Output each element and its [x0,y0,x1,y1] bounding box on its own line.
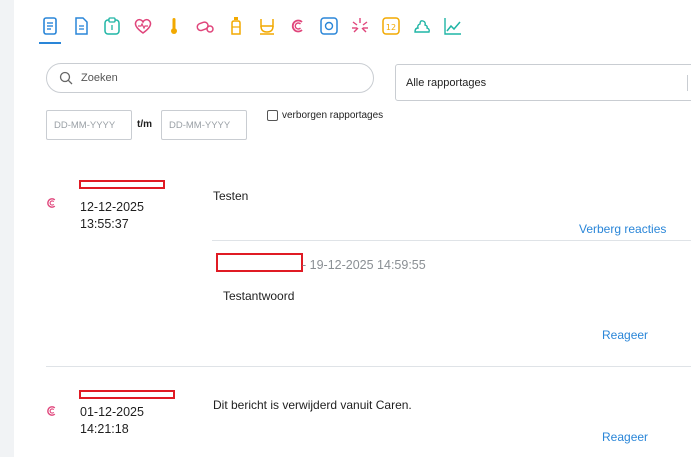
tab-heartbeat-icon[interactable] [131,14,155,38]
post-divider [46,366,691,367]
redacted-author [79,180,165,189]
search-input[interactable] [79,71,343,85]
post-date: 12-12-2025 [80,200,144,214]
svg-text:12: 12 [386,23,396,32]
tab-document-icon[interactable] [69,14,93,38]
hidden-reports-checkbox[interactable] [267,110,278,121]
hidden-reports-label: verborgen rapportages [282,110,384,121]
tab-report-icon[interactable] [38,14,62,44]
redacted-reply-author [216,253,303,272]
post-date: 01-12-2025 [80,405,144,419]
date-from-placeholder: DD-MM-YYYY [54,120,116,131]
thermometer-icon [171,18,177,34]
document-icon [75,17,88,35]
score-icon: 12 [382,17,400,35]
tab-capsule-icon[interactable] [193,14,217,38]
tab-thermometer-icon[interactable] [162,14,186,38]
post-time: 14:21:18 [80,422,129,436]
caren-icon [47,406,56,416]
toilet-icon [260,19,274,35]
date-to-placeholder: DD-MM-YYYY [169,120,231,131]
tab-scale-icon[interactable] [317,14,341,38]
search-box[interactable] [46,63,374,93]
caren-icon [291,19,303,33]
report-filter-value: Alle rapportages [406,77,487,89]
report-icon [43,17,57,35]
report-filter-select[interactable]: Alle rapportages [395,64,691,101]
reply-divider [212,240,691,241]
tab-clipboard-icon[interactable] [100,14,124,38]
bottle-icon [231,17,241,35]
clipboard-icon [104,17,120,35]
stool-icon [414,20,430,33]
left-rail [0,0,14,457]
tab-chart-icon[interactable] [441,14,465,38]
tab-pain-icon[interactable] [348,14,372,38]
chart-icon [444,18,461,35]
reply-meta: - 19-12-2025 14:59:55 [302,258,426,272]
reply-button[interactable]: Reageer [602,430,648,444]
post-message: Testen [213,189,249,203]
pain-icon [352,18,368,33]
hide-replies-link[interactable]: Verberg reacties [579,222,666,236]
post-timestamp: 12-12-2025 13:55:37 [80,199,144,233]
date-from-field[interactable]: DD-MM-YYYY [46,110,132,140]
tab-bottle-icon[interactable] [224,14,248,38]
tab-score-icon[interactable]: 12 [379,14,403,38]
caren-icon [47,198,56,208]
tab-caren-icon[interactable] [286,14,310,38]
heartbeat-icon [134,18,152,34]
select-separator [687,75,688,91]
report-category-tabs: 12 [38,14,472,44]
reply-text: Testantwoord [223,289,295,303]
date-to-field[interactable]: DD-MM-YYYY [161,110,247,140]
search-icon [59,71,73,85]
hidden-reports-toggle[interactable]: verborgen rapportages [267,110,383,121]
scale-icon [320,17,338,35]
date-range-separator: t/m [137,119,152,130]
tab-stool-icon[interactable] [410,14,434,38]
post-timestamp: 01-12-2025 14:21:18 [80,404,144,438]
post-time: 13:55:37 [80,217,129,231]
tab-toilet-icon[interactable] [255,14,279,38]
capsule-icon [196,21,214,33]
post-message: Dit bericht is verwijderd vanuit Caren. [213,398,412,412]
reply-button[interactable]: Reageer [602,328,648,342]
redacted-author [79,390,175,399]
